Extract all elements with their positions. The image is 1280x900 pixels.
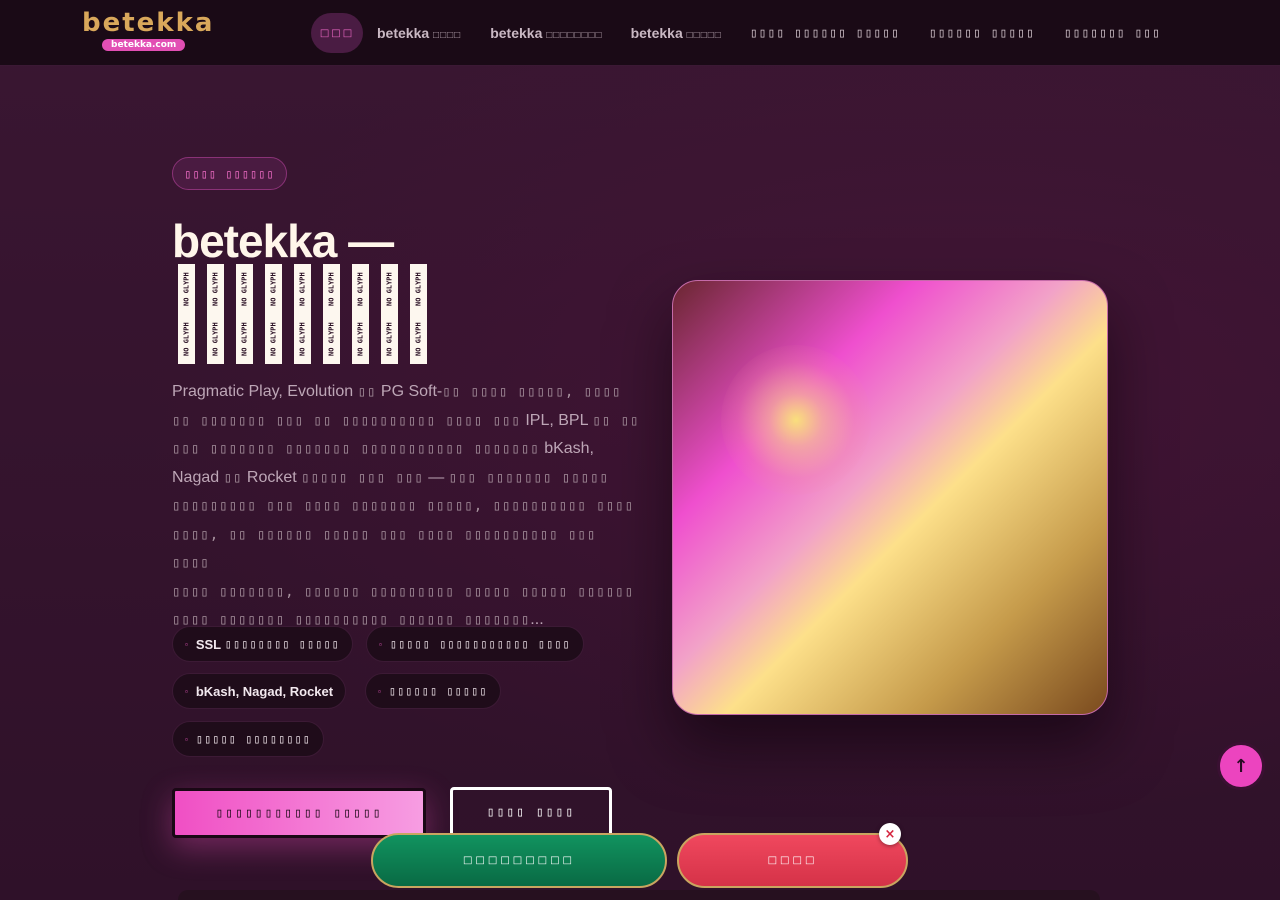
chip-label: SSL bbox=[195, 636, 222, 652]
chip-dot-icon: ▫ bbox=[378, 686, 381, 696]
floating-cta-bar: □□□□□□□□□ □□□□ × bbox=[371, 823, 911, 889]
missing-glyph: NO GLYPH bbox=[178, 264, 195, 314]
desc-text: ▯▯ ▯▯▯▯▯▯▯ ▯▯▯ ▯▯ ▯▯▯▯▯▯▯▯▯▯ ▯▯▯▯ ▯▯▯ bbox=[172, 412, 521, 429]
desc-text: Rocket bbox=[246, 468, 297, 486]
desc-text: Pragmatic Play, Evolution bbox=[172, 383, 354, 400]
logo-text: betekka bbox=[82, 8, 215, 38]
desc-text: — bbox=[428, 468, 445, 486]
desc-text: ▯▯ ▯▯▯▯ ▯▯▯▯▯, ▯▯▯▯ bbox=[442, 384, 622, 400]
missing-glyph: NO GLYPH bbox=[265, 314, 282, 364]
desc-text: ▯▯▯ ▯▯▯▯▯▯▯ ▯▯▯▯▯▯▯ ▯▯▯▯▯▯▯▯▯▯▯ ▯▯▯▯▯▯▯ bbox=[172, 441, 540, 457]
missing-glyph: NO GLYPH bbox=[178, 314, 195, 364]
feature-chip-5: ▫ ▯▯▯▯▯ ▯▯▯▯▯▯▯▯ bbox=[172, 721, 324, 757]
feature-chip-payments: ▫ bKash, Nagad, Rocket bbox=[172, 673, 347, 709]
desc-text: ▯▯ ▯▯ bbox=[592, 412, 640, 429]
desc-text: ▯▯▯▯▯ ▯▯▯ ▯▯▯ bbox=[301, 469, 424, 486]
chip-label: bKash, Nagad, Rocket bbox=[195, 683, 334, 699]
missing-glyph: NO GLYPH bbox=[323, 314, 340, 364]
nav-home-button[interactable]: □□□ bbox=[311, 13, 363, 53]
desc-text: PG Soft- bbox=[380, 383, 443, 400]
chip-dot-icon: ▫ bbox=[185, 686, 188, 696]
nav-item-1[interactable]: betekka □□□□ bbox=[377, 25, 461, 41]
hero-title: betekka — bbox=[172, 215, 394, 267]
missing-glyph: NO GLYPH bbox=[294, 264, 311, 314]
logo-domain-badge: betekka.com bbox=[102, 39, 186, 51]
missing-glyph: NO GLYPH bbox=[410, 314, 427, 364]
desc-text: bKash, bbox=[544, 440, 594, 457]
main-nav: □□□ betekka □□□□ betekka □□□□□□□□ betekk… bbox=[311, 13, 1161, 53]
missing-glyph: NO GLYPH bbox=[236, 264, 253, 314]
nav-item-brand: betekka bbox=[490, 25, 543, 41]
missing-glyph: NO GLYPH bbox=[207, 314, 224, 364]
hero-description: Pragmatic Play, Evolution ▯▯ PG Soft-▯▯ … bbox=[172, 378, 642, 635]
feature-chip-ssl: ▫ SSL ▯▯▯▯▯▯▯▯ ▯▯▯▯▯ bbox=[172, 626, 353, 662]
missing-glyph: NO GLYPH bbox=[381, 314, 398, 364]
desc-text: IPL, BPL bbox=[525, 411, 588, 429]
nav-item-suffix: □□□□□□□□ bbox=[546, 30, 603, 41]
chip-label: ▯▯▯▯▯ ▯▯▯▯▯▯▯▯▯▯▯ ▯▯▯▯ bbox=[389, 637, 571, 651]
nav-item-suffix: □□□□□ bbox=[686, 30, 722, 41]
desc-text: ▯▯▯▯, ▯▯ ▯▯▯▯▯▯ ▯▯▯▯▯ ▯▯▯ ▯▯▯▯ ▯▯▯▯▯▯▯▯▯… bbox=[172, 526, 597, 572]
desc-text: ▯▯▯ ▯▯▯▯▯▯▯ ▯▯▯▯▯ bbox=[448, 469, 609, 486]
cta-register-button[interactable]: □□□□□□□□□ bbox=[371, 833, 667, 888]
chip-dot-icon: ▫ bbox=[379, 639, 382, 649]
missing-glyph: NO GLYPH bbox=[352, 314, 369, 364]
close-icon[interactable]: × bbox=[879, 823, 901, 845]
chip-label: ▯▯▯▯▯▯ ▯▯▯▯▯ bbox=[388, 684, 488, 698]
hero-image-glow bbox=[721, 345, 871, 495]
desc-text: ▯▯▯▯▯▯▯▯▯ ▯▯▯ ▯▯▯▯ ▯▯▯▯▯▯▯ ▯▯▯▯▯, ▯▯▯▯▯▯… bbox=[172, 498, 635, 514]
chip-label: ▯▯▯▯▯▯▯▯ ▯▯▯▯▯ bbox=[224, 637, 340, 651]
back-to-top-button[interactable]: ↑ bbox=[1217, 742, 1265, 790]
missing-glyph: NO GLYPH bbox=[207, 264, 224, 314]
arrow-up-icon: ↑ bbox=[1233, 755, 1249, 777]
missing-glyph: NO GLYPH bbox=[323, 264, 340, 314]
hero-category-badge: ▯▯▯▯ ▯▯▯▯▯▯ bbox=[172, 157, 287, 190]
hero-primary-button[interactable]: ▯▯▯▯▯▯▯▯▯▯▯ ▯▯▯▯▯ bbox=[172, 788, 426, 838]
nav-item-brand: betekka bbox=[377, 25, 430, 41]
desc-text: Nagad bbox=[172, 468, 220, 486]
missing-glyph: NO GLYPH bbox=[410, 264, 427, 314]
chip-dot-icon: ▫ bbox=[185, 734, 188, 744]
hero-image bbox=[672, 280, 1108, 715]
nav-item-2[interactable]: betekka □□□□□□□□ bbox=[490, 25, 602, 41]
chip-dot-icon: ▫ bbox=[185, 639, 188, 649]
nav-item-5[interactable]: ▯▯▯▯▯▯ ▯▯▯▯▯ bbox=[929, 26, 1035, 41]
nav-item-3[interactable]: betekka □□□□□ bbox=[631, 25, 722, 41]
missing-glyph: NO GLYPH bbox=[265, 264, 282, 314]
missing-glyph: NO GLYPH bbox=[236, 314, 253, 364]
hero-secondary-button[interactable]: ▯▯▯▯ ▯▯▯▯ bbox=[450, 787, 612, 837]
chip-label: ▯▯▯▯▯ ▯▯▯▯▯▯▯▯ bbox=[195, 732, 311, 746]
feature-chip-4: ▫ ▯▯▯▯▯▯ ▯▯▯▯▯ bbox=[365, 673, 501, 709]
next-section-edge bbox=[178, 890, 1100, 900]
desc-text: ▯▯▯▯ ▯▯▯▯▯▯▯, ▯▯▯▯▯▯ ▯▯▯▯▯▯▯▯▯ ▯▯▯▯▯ ▯▯▯… bbox=[172, 583, 635, 600]
nav-item-4[interactable]: ▯▯▯▯ ▯▯▯▯▯▯ ▯▯▯▯▯ bbox=[750, 26, 900, 41]
desc-text: ▯▯ bbox=[357, 384, 377, 400]
nav-item-suffix: □□□□ bbox=[433, 30, 462, 41]
glyph-row: NO GLYPH NO GLYPH NO GLYPH NO GLYPH NO G… bbox=[178, 264, 478, 314]
nav-item-6[interactable]: ▯▯▯▯▯▯▯ ▯▯▯ bbox=[1064, 26, 1161, 41]
missing-glyph: NO GLYPH bbox=[352, 264, 369, 314]
site-header: betekka betekka.com □□□ betekka □□□□ bet… bbox=[0, 0, 1280, 66]
glyph-row: NO GLYPH NO GLYPH NO GLYPH NO GLYPH NO G… bbox=[178, 314, 478, 364]
cta-login-button[interactable]: □□□□ bbox=[677, 833, 908, 888]
missing-glyph: NO GLYPH bbox=[294, 314, 311, 364]
desc-text: ▯▯ bbox=[223, 469, 243, 486]
missing-glyph: NO GLYPH bbox=[381, 264, 398, 314]
site-logo[interactable]: betekka betekka.com bbox=[82, 8, 212, 54]
hero-title-missing-glyphs: NO GLYPH NO GLYPH NO GLYPH NO GLYPH NO G… bbox=[178, 264, 478, 364]
nav-item-brand: betekka bbox=[630, 25, 683, 41]
feature-chip-2: ▫ ▯▯▯▯▯ ▯▯▯▯▯▯▯▯▯▯▯ ▯▯▯▯ bbox=[366, 626, 584, 662]
